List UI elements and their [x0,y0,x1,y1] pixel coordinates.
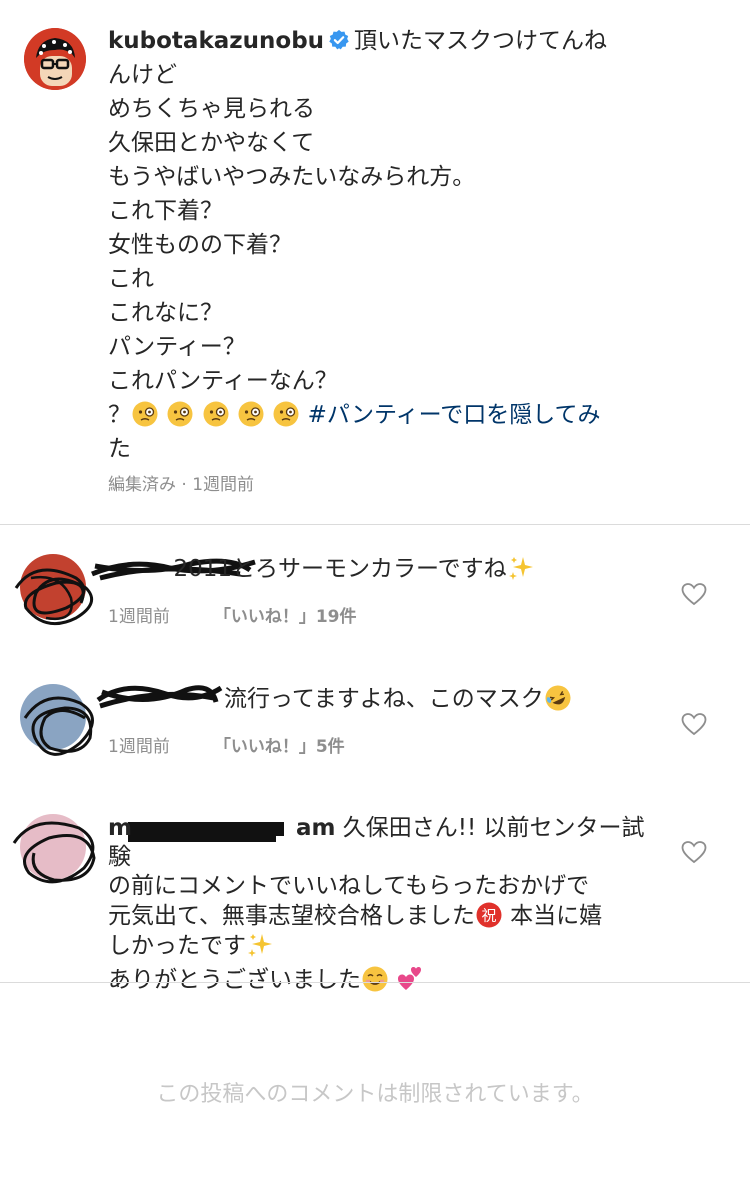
caption-line: これなに？ [108,300,223,326]
sparkles-emoji [508,557,533,580]
comments-divider [0,524,750,525]
smiling-emoji [362,966,388,992]
comment-text: 流行ってますよね、このマスク [224,686,544,712]
comment-username[interactable]: 2011 [108,555,232,584]
hashtag-link[interactable]: #パンティーで口を隠してみ [308,402,601,428]
caption-tail: た [108,436,131,462]
verified-badge-icon [329,29,349,50]
comment-avatar[interactable] [20,684,86,750]
comments-restricted-notice: この投稿へのコメントは制限されています。 [156,1082,594,1107]
comment-text-line: ありがとうございました [108,967,361,993]
comment-text: とろサーモンカラーですね [232,556,507,582]
caption-first-line: 頂いたマスクつけてんね [354,28,608,54]
comment-time: 1週間前 [108,607,170,627]
comment-likes[interactable]: 「いいね！」19件 [214,607,357,627]
avatar-illustration-icon [24,28,86,90]
comment-text-line: の前にコメントでいいねしてもらったおかげで [108,873,590,899]
comment-text-line: 久保田さん!! 以前センター試験 [108,815,645,870]
sparkles-emoji [248,934,272,957]
face-with-monocle-emoji [203,401,229,427]
caption-line: もうやばいやつみたいなみられ方。 [108,164,476,190]
comment-avatar[interactable] [20,814,86,880]
caption-line: 女性ものの下着？ [108,232,292,258]
face-with-monocle-emoji [167,401,193,427]
heart-like-icon[interactable] [681,840,707,864]
post-meta: 編集済み · 1週間前 [108,475,255,495]
comment-meta: 1週間前 「いいね！」19件 [108,602,357,627]
comment-username-suffix[interactable]: am [296,815,336,841]
comments-end-divider [0,982,750,983]
comment-meta: 1週間前 「いいね！」5件 [108,732,345,757]
profile-avatar[interactable] [24,28,86,90]
rolling-laughing-emoji [545,685,571,711]
heart-like-icon[interactable] [681,712,707,736]
comment-text-line: しかったです [108,933,246,959]
caption-line: これ [108,266,154,292]
comment-text-line: 本当に嬉 [510,903,603,929]
comment-text-row: 2011とろサーモンカラーですね [108,554,648,584]
caption-line: めちくちゃ見られる [108,96,315,122]
caption-prefix: ？ [108,402,131,428]
comment-time: 1週間前 [108,737,170,757]
caption-line: これ下着？ [108,198,223,224]
comment-text-block: m am 久保田さん!! 以前センター試験 の前にコメントでいいねしてもらったおか… [108,814,648,995]
comment-avatar[interactable] [20,554,86,620]
face-with-monocle-emoji [273,401,299,427]
face-with-monocle-emoji [238,401,264,427]
face-with-monocle-emoji [132,401,158,427]
comment-username[interactable]: m [108,815,132,841]
caption-text: kubotakazunobu 頂いたマスクつけてんね んけど めちくちゃ見られる … [108,24,648,466]
comment-text-line: 元気出て、無事志望校合格しました [108,903,475,929]
comment-likes[interactable]: 「いいね！」5件 [214,737,345,757]
comment-text-row: 流行ってますよね、このマスク [108,684,648,714]
post-username[interactable]: kubotakazunobu [108,28,324,54]
congratulations-emoji: 祝 [476,902,502,928]
svg-text:祝: 祝 [481,907,496,925]
caption-line: パンティー？ [108,334,246,360]
caption-line: これパンティーなん？ [108,368,338,394]
two-hearts-emoji [398,967,422,990]
heart-like-icon[interactable] [681,582,707,606]
caption-line: んけど [108,62,177,88]
caption-line: 久保田とかやなくて [108,130,315,156]
